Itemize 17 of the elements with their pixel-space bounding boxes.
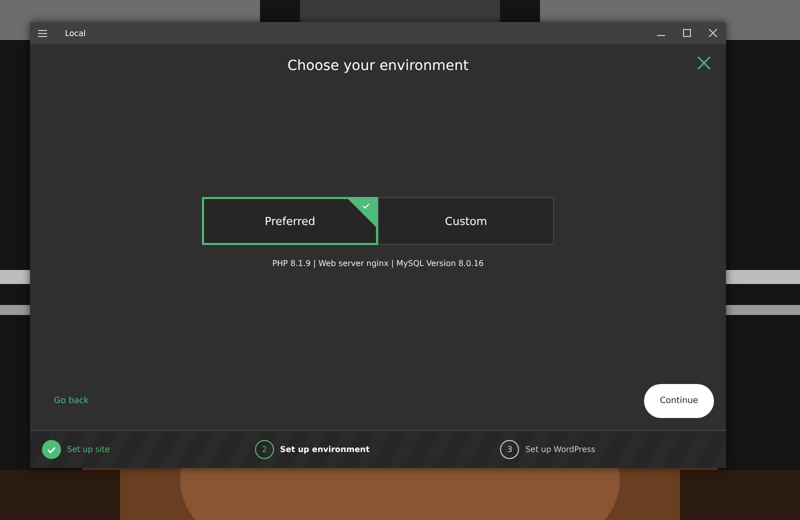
environment-option[interactable]: Preferred xyxy=(202,197,378,245)
close-button[interactable] xyxy=(696,55,712,71)
menu-icon[interactable] xyxy=(38,30,47,36)
window-title: Local xyxy=(65,28,87,38)
step-label: Set up WordPress xyxy=(525,445,596,454)
step-number: 2 xyxy=(255,440,274,459)
close-icon xyxy=(709,29,717,37)
page-heading: Choose your environment xyxy=(287,58,469,74)
environment-option[interactable]: Custom xyxy=(378,197,554,245)
go-back-link[interactable]: Go back xyxy=(54,396,89,406)
continue-button[interactable]: Continue xyxy=(644,384,714,418)
step-number: 3 xyxy=(500,440,520,459)
environment-summary: PHP 8.1.9 | Web server nginx | MySQL Version 8.0.16 xyxy=(272,259,484,268)
check-icon xyxy=(348,199,376,227)
maximize-icon xyxy=(683,29,691,37)
step-label: Set up environment xyxy=(280,445,370,454)
step-label: Set up site xyxy=(67,445,110,454)
